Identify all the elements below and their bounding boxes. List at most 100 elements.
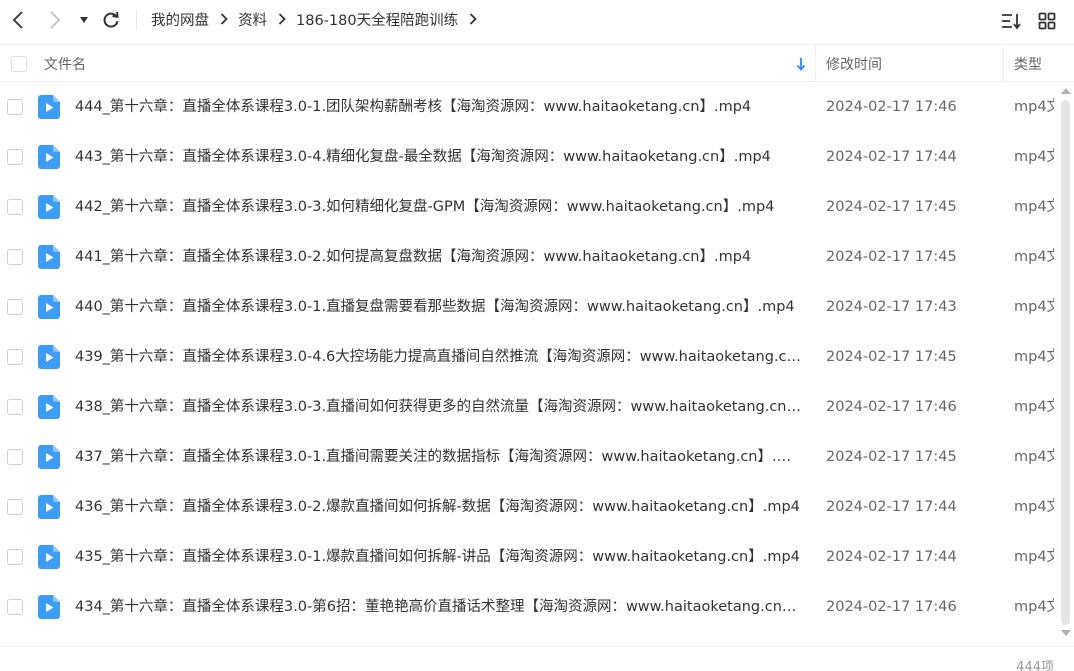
file-name[interactable]: 443_第十六章：直播全体系课程3.0-4.精细化复盘-最全数据【海淘资源网：w… — [75, 132, 805, 182]
video-file-icon — [38, 595, 60, 619]
breadcrumb-item-root[interactable]: 我的网盘 — [151, 9, 209, 30]
row-checkbox[interactable] — [7, 149, 23, 165]
file-type: mp4文件 — [1014, 299, 1054, 315]
refresh-icon — [103, 11, 119, 28]
table-row[interactable]: 435_第十六章：直播全体系课程3.0-1.爆款直播间如何拆解-讲品【海淘资源网… — [0, 532, 1057, 582]
refresh-button[interactable] — [100, 9, 122, 31]
table-row[interactable]: 441_第十六章：直播全体系课程3.0-2.如何提高复盘数据【海淘资源网：www… — [0, 232, 1057, 282]
file-modified-date: 2024-02-17 17:44 — [826, 149, 957, 165]
caret-down-icon — [80, 17, 88, 23]
row-checkbox[interactable] — [7, 299, 23, 315]
breadcrumb-item-folder[interactable]: 资料 — [238, 9, 267, 30]
file-name[interactable]: 441_第十六章：直播全体系课程3.0-2.如何提高复盘数据【海淘资源网：www… — [75, 232, 805, 282]
file-modified-date: 2024-02-17 17:46 — [826, 99, 957, 115]
scrollbar-thumb[interactable] — [1061, 100, 1070, 625]
file-name[interactable]: 442_第十六章：直播全体系课程3.0-3.如何精细化复盘-GPM【海淘资源网：… — [75, 182, 805, 232]
video-file-icon — [38, 495, 60, 519]
sort-list-icon — [1002, 14, 1021, 30]
video-file-icon — [38, 395, 60, 419]
toolbar-divider — [136, 10, 137, 30]
file-name[interactable]: 440_第十六章：直播全体系课程3.0-1.直播复盘需要看那些数据【海淘资源网：… — [75, 282, 805, 332]
file-name[interactable]: 437_第十六章：直播全体系课程3.0-1.直播间需要关注的数据指标【海淘资源网… — [75, 432, 805, 482]
file-type: mp4文件 — [1014, 499, 1054, 515]
table-row[interactable]: 439_第十六章：直播全体系课程3.0-4.6大控场能力提高直播间自然推流【海淘… — [0, 332, 1057, 382]
breadcrumb-item-current[interactable]: 186-180天全程陪跑训练 — [296, 9, 458, 30]
table-row[interactable]: 444_第十六章：直播全体系课程3.0-1.团队架构薪酬考核【海淘资源网：www… — [0, 82, 1057, 132]
row-checkbox[interactable] — [7, 499, 23, 515]
sort-desc-icon[interactable] — [796, 45, 806, 82]
row-checkbox[interactable] — [7, 449, 23, 465]
row-checkbox[interactable] — [7, 549, 23, 565]
scrollbar[interactable] — [1057, 82, 1074, 644]
file-type: mp4文件 — [1014, 399, 1054, 415]
table-row[interactable]: 443_第十六章：直播全体系课程3.0-4.精细化复盘-最全数据【海淘资源网：w… — [0, 132, 1057, 182]
video-file-icon — [38, 545, 60, 569]
file-name[interactable]: 438_第十六章：直播全体系课程3.0-3.直播间如何获得更多的自然流量【海淘资… — [75, 382, 805, 432]
file-modified-date: 2024-02-17 17:45 — [826, 349, 957, 365]
chevron-left-icon — [12, 11, 23, 29]
file-type: mp4文件 — [1014, 99, 1054, 115]
file-modified-date: 2024-02-17 17:44 — [826, 549, 957, 565]
file-type: mp4文件 — [1014, 599, 1054, 615]
table-row[interactable]: 438_第十六章：直播全体系课程3.0-3.直播间如何获得更多的自然流量【海淘资… — [0, 382, 1057, 432]
column-divider[interactable] — [815, 45, 816, 82]
table-row[interactable]: 437_第十六章：直播全体系课程3.0-1.直播间需要关注的数据指标【海淘资源网… — [0, 432, 1057, 482]
file-modified-date: 2024-02-17 17:46 — [826, 599, 957, 615]
chevron-right-icon — [50, 11, 61, 29]
sort-button[interactable] — [1000, 10, 1022, 32]
scroll-down-arrow-icon[interactable] — [1061, 630, 1071, 636]
item-count: 444项 — [1016, 660, 1054, 671]
toolbar: 我的网盘 资料 186-180天全程陪跑训练 — [0, 0, 1074, 40]
back-button[interactable] — [7, 9, 29, 31]
file-modified-date: 2024-02-17 17:44 — [826, 499, 957, 515]
table-row[interactable]: 436_第十六章：直播全体系课程3.0-2.爆款直播间如何拆解-数据【海淘资源网… — [0, 482, 1057, 532]
file-modified-date: 2024-02-17 17:46 — [826, 399, 957, 415]
forward-button[interactable] — [44, 9, 66, 31]
grid-view-button[interactable] — [1036, 10, 1058, 32]
video-file-icon — [38, 295, 60, 319]
breadcrumb-chevron-icon — [278, 13, 286, 25]
row-checkbox[interactable] — [7, 399, 23, 415]
column-divider[interactable] — [1003, 45, 1004, 82]
file-type: mp4文件 — [1014, 149, 1054, 165]
file-type: mp4文件 — [1014, 249, 1054, 265]
table-row[interactable]: 442_第十六章：直播全体系课程3.0-3.如何精细化复盘-GPM【海淘资源网：… — [0, 182, 1057, 232]
breadcrumb-chevron-icon[interactable] — [469, 13, 477, 25]
row-checkbox[interactable] — [7, 199, 23, 215]
history-dropdown-button[interactable] — [74, 9, 94, 31]
file-type: mp4文件 — [1014, 449, 1054, 465]
column-header: 文件名 修改时间 类型 — [0, 44, 1074, 82]
select-all-checkbox-cell — [11, 45, 27, 82]
column-type-header[interactable]: 类型 — [1014, 45, 1042, 82]
file-name[interactable]: 444_第十六章：直播全体系课程3.0-1.团队架构薪酬考核【海淘资源网：www… — [75, 82, 805, 132]
file-modified-date: 2024-02-17 17:45 — [826, 199, 957, 215]
select-all-checkbox[interactable] — [11, 55, 27, 72]
file-modified-date: 2024-02-17 17:45 — [826, 249, 957, 265]
file-modified-date: 2024-02-17 17:43 — [826, 299, 957, 315]
video-file-icon — [38, 245, 60, 269]
video-file-icon — [38, 345, 60, 369]
video-file-icon — [38, 445, 60, 469]
video-file-icon — [38, 95, 60, 119]
file-type: mp4文件 — [1014, 349, 1054, 365]
breadcrumb-chevron-icon — [220, 13, 228, 25]
row-checkbox[interactable] — [7, 99, 23, 115]
column-name-header[interactable]: 文件名 — [44, 45, 86, 82]
file-name[interactable]: 435_第十六章：直播全体系课程3.0-1.爆款直播间如何拆解-讲品【海淘资源网… — [75, 532, 805, 582]
status-bar: 444项 — [0, 646, 1074, 671]
row-checkbox[interactable] — [7, 249, 23, 265]
grid-icon — [1038, 12, 1056, 30]
table-row[interactable]: 440_第十六章：直播全体系课程3.0-1.直播复盘需要看那些数据【海淘资源网：… — [0, 282, 1057, 332]
file-name[interactable]: 436_第十六章：直播全体系课程3.0-2.爆款直播间如何拆解-数据【海淘资源网… — [75, 482, 805, 532]
column-modified-header[interactable]: 修改时间 — [826, 45, 882, 82]
video-file-icon — [38, 195, 60, 219]
scroll-up-arrow-icon[interactable] — [1061, 88, 1071, 94]
file-name[interactable]: 434_第十六章：直播全体系课程3.0-第6招：董艳艳高价直播话术整理【海淘资源… — [75, 582, 805, 632]
file-type: mp4文件 — [1014, 549, 1054, 565]
row-checkbox[interactable] — [7, 349, 23, 365]
file-name[interactable]: 439_第十六章：直播全体系课程3.0-4.6大控场能力提高直播间自然推流【海淘… — [75, 332, 805, 382]
file-modified-date: 2024-02-17 17:45 — [826, 449, 957, 465]
row-checkbox[interactable] — [7, 599, 23, 615]
file-type: mp4文件 — [1014, 199, 1054, 215]
table-row[interactable]: 434_第十六章：直播全体系课程3.0-第6招：董艳艳高价直播话术整理【海淘资源… — [0, 582, 1057, 632]
